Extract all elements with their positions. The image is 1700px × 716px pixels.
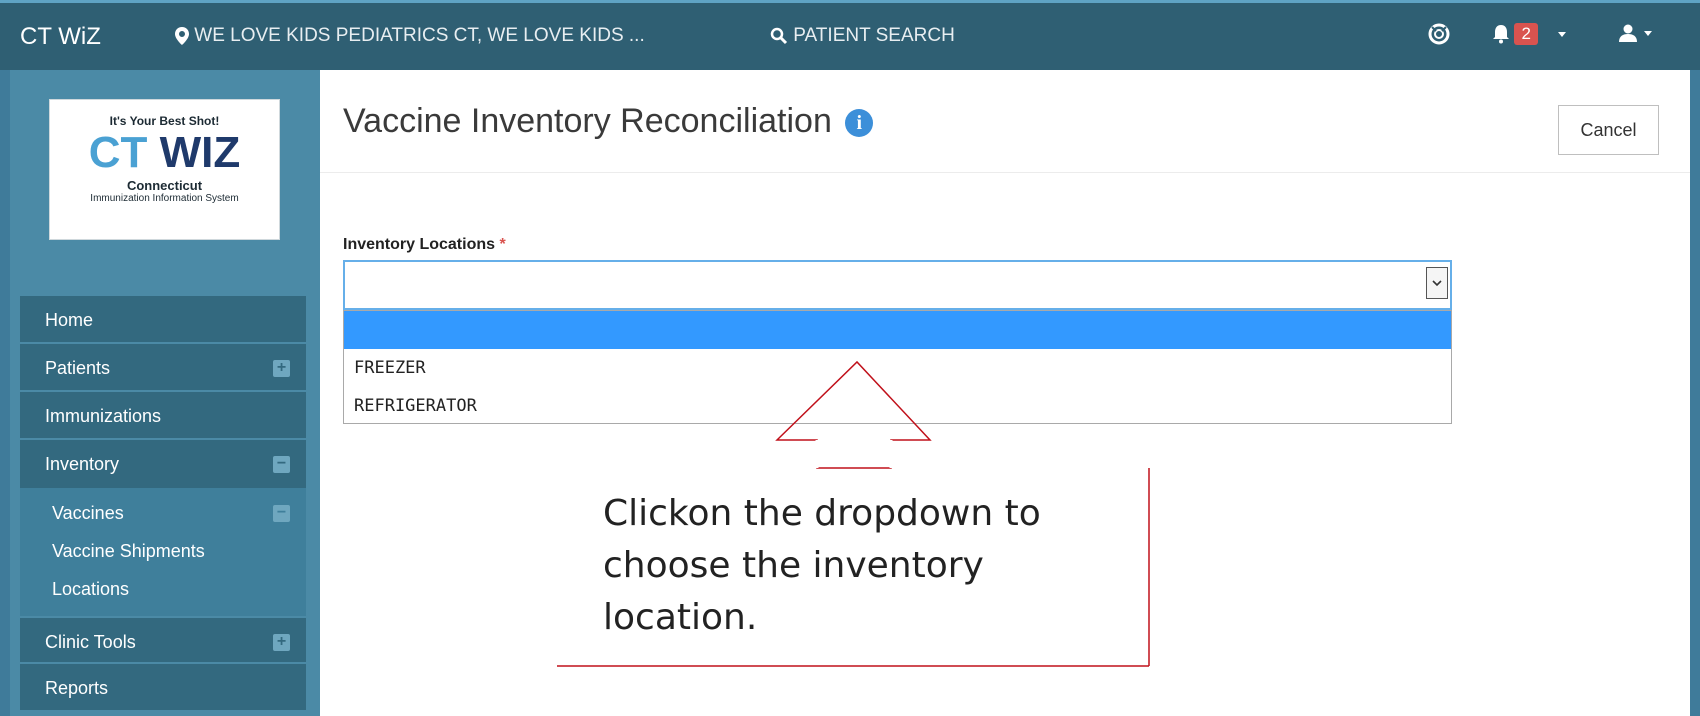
up-arrow-icon xyxy=(775,360,932,469)
annotation-text: Clickon the dropdown to choose the inven… xyxy=(603,493,1041,638)
